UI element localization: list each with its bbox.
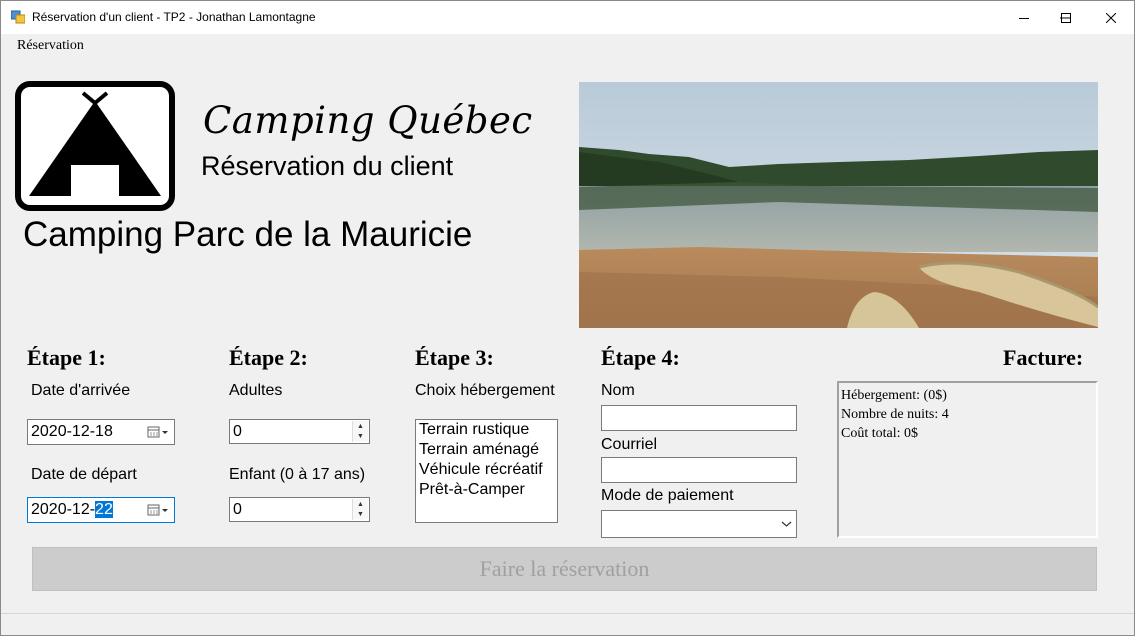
step2-title: Étape 2:	[229, 345, 308, 370]
adults-spin-buttons[interactable]: ▲ ▼	[352, 421, 368, 442]
children-stepper[interactable]: 0 ▲ ▼	[229, 497, 370, 522]
app-icon	[11, 10, 25, 24]
departure-day-selected: 22	[95, 501, 113, 518]
invoice-title: Facture:	[1003, 345, 1084, 370]
invoice-line: Hébergement: (0$)	[841, 388, 947, 403]
email-label: Courriel	[601, 436, 658, 453]
chevron-down-icon	[781, 521, 792, 527]
close-icon	[1106, 12, 1116, 23]
step1-title: Étape 1:	[27, 345, 106, 370]
spin-down-icon[interactable]: ▼	[353, 509, 368, 519]
app-window: Réservation d'un client - TP2 - Jonathan…	[0, 0, 1135, 636]
menu-reservation[interactable]: Réservation	[17, 38, 84, 54]
page-subtitle: Réservation du client	[201, 151, 454, 181]
invoice-line: Coût total: 0$	[841, 426, 918, 441]
email-input[interactable]	[601, 457, 797, 483]
invoice-panel: Hébergement: (0$) Nombre de nuits: 4 Coû…	[837, 381, 1098, 538]
step3-title: Étape 3:	[415, 345, 494, 370]
adults-value: 0	[233, 423, 242, 440]
title-bar[interactable]: Réservation d'un client - TP2 - Jonathan…	[1, 1, 1134, 34]
brand-title: Camping Québec	[203, 99, 533, 142]
bottom-divider	[1, 613, 1134, 614]
park-name: Camping Parc de la Mauricie	[23, 215, 473, 254]
lodging-listbox[interactable]: Terrain rustique Terrain aménagé Véhicul…	[415, 419, 558, 523]
window-title: Réservation d'un client - TP2 - Jonathan…	[32, 10, 316, 24]
lodging-label: Choix hébergement	[415, 382, 555, 399]
departure-date-value: 2020-12-22	[31, 501, 113, 518]
calendar-dropdown-icon[interactable]	[146, 424, 170, 440]
menu-bar: Réservation	[1, 34, 1134, 58]
invoice-line: Nombre de nuits: 4	[841, 407, 949, 422]
departure-date-label: Date de départ	[31, 466, 137, 483]
adults-label: Adultes	[229, 382, 283, 399]
arrival-date-label: Date d'arrivée	[31, 382, 131, 399]
children-spin-buttons[interactable]: ▲ ▼	[352, 499, 368, 520]
arrival-date-value: 2020-12-18	[31, 423, 113, 440]
lodging-option[interactable]: Terrain aménagé	[416, 440, 557, 460]
maximize-icon	[1061, 12, 1071, 23]
lake-beach-canoes-photo	[579, 82, 1098, 328]
step4-title: Étape 4:	[601, 345, 680, 370]
maximize-btn[interactable]	[1043, 1, 1089, 34]
arrival-date-picker[interactable]: 2020-12-18	[27, 419, 175, 445]
calendar-dropdown-icon[interactable]	[146, 502, 170, 518]
lodging-option[interactable]: Prêt-à-Camper	[416, 480, 557, 500]
spin-up-icon[interactable]: ▲	[353, 421, 368, 431]
children-value: 0	[233, 501, 242, 518]
minimize-icon	[1019, 17, 1029, 19]
adults-stepper[interactable]: 0 ▲ ▼	[229, 419, 370, 444]
payment-label: Mode de paiement	[601, 487, 734, 504]
name-input[interactable]	[601, 405, 797, 431]
name-label: Nom	[601, 382, 635, 399]
tent-icon	[15, 81, 175, 211]
departure-date-picker[interactable]: 2020-12-22	[27, 497, 175, 523]
payment-select[interactable]	[601, 510, 797, 538]
minimize-btn[interactable]	[1001, 1, 1047, 34]
spin-down-icon[interactable]: ▼	[353, 431, 368, 441]
close-btn[interactable]	[1088, 1, 1134, 34]
lodging-option[interactable]: Véhicule récréatif	[416, 460, 557, 480]
lodging-option[interactable]: Terrain rustique	[416, 420, 557, 440]
children-label: Enfant (0 à 17 ans)	[229, 466, 366, 483]
spin-up-icon[interactable]: ▲	[353, 499, 368, 509]
make-reservation-button[interactable]: Faire la réservation	[32, 547, 1097, 591]
